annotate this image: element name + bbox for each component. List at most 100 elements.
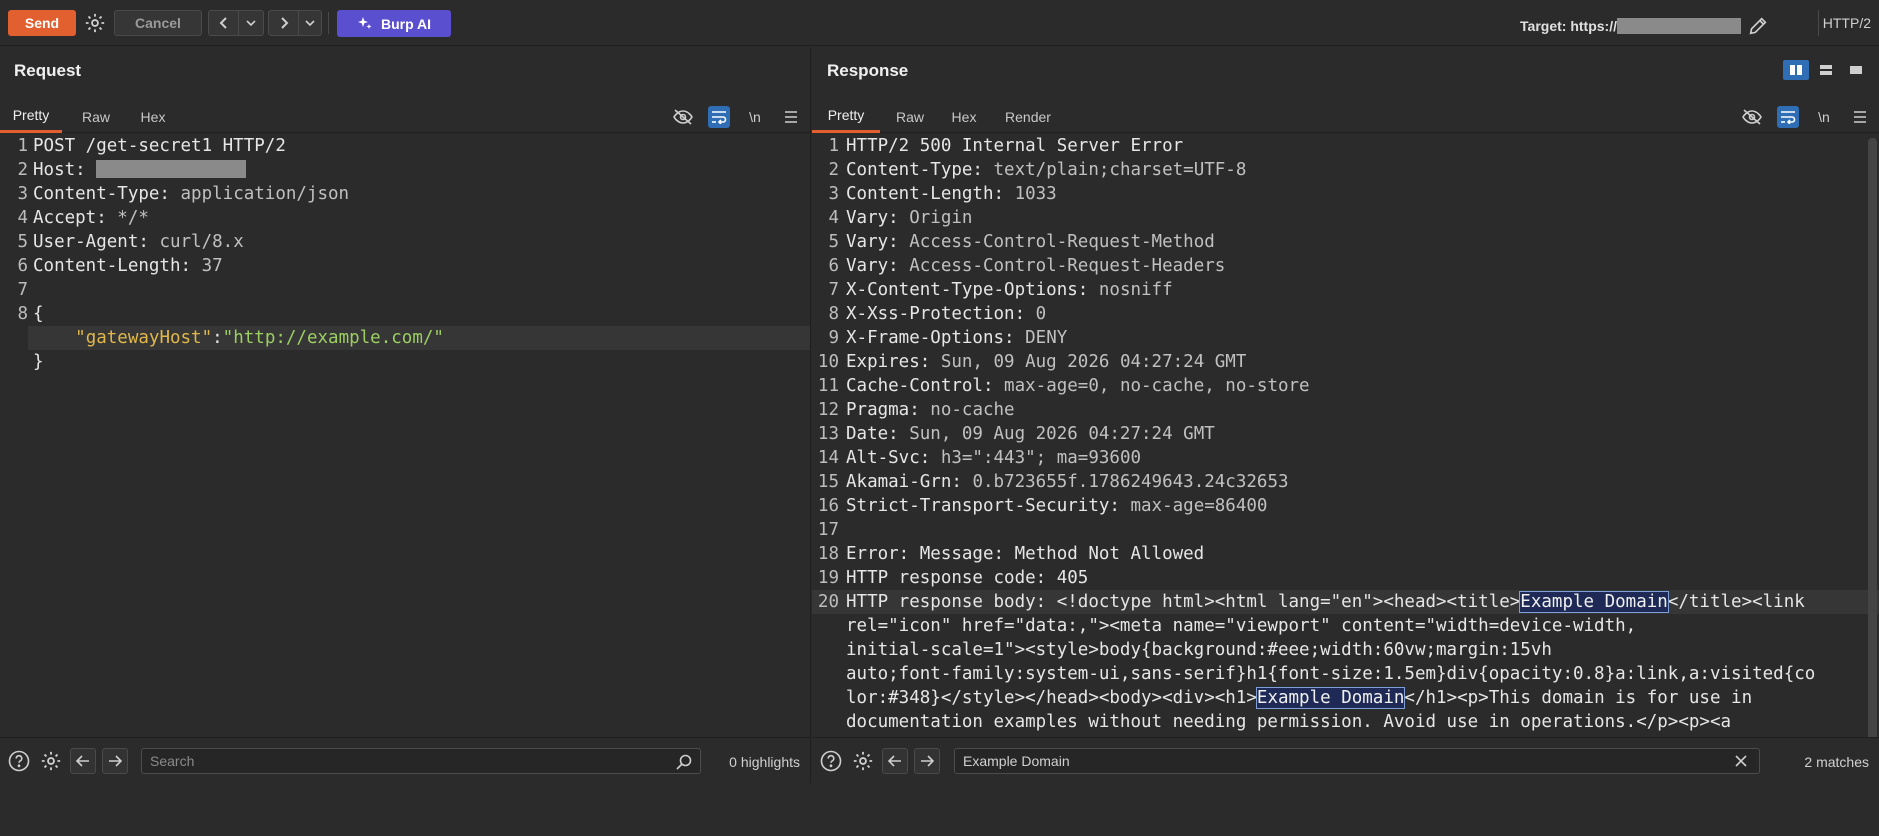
code-line: 5 User-Agent: curl/8.x bbox=[17, 232, 244, 252]
burp-ai-button[interactable]: Burp AI bbox=[337, 10, 451, 37]
word-wrap-icon[interactable] bbox=[708, 106, 730, 128]
code-line-wrap: rel="icon" href="data:,"><meta name="vie… bbox=[846, 616, 1637, 636]
sparkle-icon bbox=[357, 16, 372, 29]
cancel-button[interactable]: Cancel bbox=[114, 10, 202, 36]
tab-request-raw[interactable]: Raw bbox=[70, 100, 122, 133]
code-line: 16 Strict-Transport-Security: max-age=864… bbox=[817, 496, 1268, 516]
code-line: 9 X-Frame-Options: DENY bbox=[828, 328, 1068, 348]
response-search-input[interactable]: Example Domain bbox=[954, 748, 1760, 774]
code-line: 3 Content-Length: 1033 bbox=[828, 184, 1057, 204]
code-line: 2 Content-Type: text/plain;charset=UTF-8 bbox=[828, 160, 1247, 180]
previous-match-arrow-icon[interactable] bbox=[882, 748, 908, 774]
redacted-host-value bbox=[96, 160, 247, 178]
code-line: 8 X-Xss-Protection: 0 bbox=[828, 304, 1047, 324]
tab-response-hex[interactable]: Hex bbox=[940, 100, 988, 133]
response-editor[interactable]: 1 HTTP/2 500 Internal Server Error 2 Conte… bbox=[812, 134, 1879, 737]
previous-match-arrow-icon[interactable] bbox=[70, 748, 96, 774]
code-line: } bbox=[33, 352, 44, 372]
protocol-label[interactable]: HTTP/2 bbox=[1823, 15, 1871, 31]
code-line: 7 bbox=[17, 280, 28, 300]
request-editor[interactable]: 1 POST /get-secret1 HTTP/2 2 Host: 3 Conten… bbox=[0, 134, 810, 737]
code-line: 12 Pragma: no-cache bbox=[817, 400, 1015, 420]
code-line: 10 Expires: Sun, 09 Aug 2026 04:27:24 GMT bbox=[817, 352, 1247, 372]
split-vertical-layout-icon[interactable] bbox=[1813, 60, 1839, 80]
toolbar-divider bbox=[328, 12, 329, 34]
vertical-scrollbar[interactable] bbox=[1868, 138, 1877, 737]
code-line: 17 bbox=[817, 520, 839, 540]
protocol-divider bbox=[1818, 10, 1819, 36]
code-line: 1 HTTP/2 500 Internal Server Error bbox=[828, 136, 1184, 156]
back-arrow-icon[interactable] bbox=[209, 11, 239, 35]
split-horizontal-layout-icon[interactable] bbox=[1783, 60, 1809, 80]
code-line: 8{ bbox=[17, 304, 44, 324]
burp-ai-label: Burp AI bbox=[380, 15, 432, 32]
tab-response-pretty[interactable]: Pretty bbox=[812, 100, 880, 133]
code-line: 5 Vary: Access-Control-Request-Method bbox=[828, 232, 1215, 252]
menu-icon[interactable] bbox=[780, 106, 802, 128]
code-line-wrap: lor:#348}</style></head><body><div><h1>E… bbox=[846, 687, 1753, 709]
highlights-count: 0 highlights bbox=[729, 754, 800, 770]
code-line-wrap: initial-scale=1"><style>body{background:… bbox=[846, 640, 1552, 660]
response-tabs: Pretty Raw Hex Render \n bbox=[812, 100, 1879, 133]
search-settings-gear-icon[interactable] bbox=[38, 748, 64, 774]
matches-count: 2 matches bbox=[1804, 754, 1869, 770]
help-icon[interactable] bbox=[6, 748, 32, 774]
menu-icon[interactable] bbox=[1849, 106, 1871, 128]
request-tabs: Pretty Raw Hex \n bbox=[0, 100, 810, 133]
layout-toggle-group bbox=[1783, 60, 1869, 80]
request-search-bar: Search 0 highlights bbox=[0, 737, 810, 783]
back-nav-group bbox=[208, 10, 264, 36]
response-panel: Response Pretty Raw Hex Render \n 1 HTTP… bbox=[812, 47, 1879, 783]
send-button[interactable]: Send bbox=[8, 10, 76, 36]
request-search-input[interactable]: Search bbox=[141, 748, 701, 774]
tab-response-render[interactable]: Render bbox=[994, 100, 1062, 133]
magnifier-icon bbox=[676, 754, 692, 775]
code-line: 1 POST /get-secret1 HTTP/2 bbox=[17, 136, 286, 156]
target-label: Target: https:// bbox=[1520, 18, 1617, 34]
code-line: 7 X-Content-Type-Options: nosniff bbox=[828, 280, 1173, 300]
forward-arrow-icon[interactable] bbox=[269, 11, 299, 35]
request-panel: Request Pretty Raw Hex \n 1 POST /get-sec… bbox=[0, 47, 811, 783]
search-match: Example Domain bbox=[1255, 687, 1406, 709]
code-line-wrap: auto;font-family:system-ui,sans-serif}h1… bbox=[846, 664, 1816, 684]
help-icon[interactable] bbox=[818, 748, 844, 774]
code-line: 15 Akamai-Grn: 0.b723655f.1786249643.24c3… bbox=[817, 472, 1289, 492]
code-line: 11 Cache-Control: max-age=0, no-cache, no… bbox=[817, 376, 1310, 396]
back-history-chevron-icon[interactable] bbox=[239, 11, 263, 35]
hide-nonprintable-icon[interactable] bbox=[1741, 106, 1763, 128]
code-line: 6 Vary: Access-Control-Request-Headers bbox=[828, 256, 1226, 276]
clear-search-icon[interactable] bbox=[1734, 754, 1748, 773]
code-line-wrap: documentation examples without needing p… bbox=[846, 712, 1732, 732]
response-title: Response bbox=[827, 61, 909, 80]
settings-gear-icon[interactable] bbox=[82, 10, 108, 36]
code-line: 4 Vary: Origin bbox=[828, 208, 973, 228]
code-line: 4 Accept: */* bbox=[17, 208, 149, 228]
redacted-host bbox=[1617, 18, 1741, 34]
code-line-current: "gatewayHost":"http://example.com/" bbox=[28, 326, 810, 350]
code-line-current: 20 HTTP response body: <!doctype html><ht… bbox=[812, 590, 1879, 614]
code-line: 19 HTTP response code: 405 bbox=[817, 568, 1089, 588]
code-line: 2 Host: bbox=[0, 158, 810, 182]
tab-request-hex[interactable]: Hex bbox=[128, 100, 178, 133]
toolbar: Send Cancel Burp AI Target: https:// HTT… bbox=[0, 0, 1879, 46]
response-search-bar: Example Domain 2 matches bbox=[812, 737, 1879, 783]
tab-response-raw[interactable]: Raw bbox=[884, 100, 936, 133]
code-line: 3 Content-Type: application/json bbox=[17, 184, 350, 204]
word-wrap-icon[interactable] bbox=[1777, 106, 1799, 128]
target-url[interactable]: Target: https:// bbox=[1520, 15, 1769, 37]
tab-request-pretty[interactable]: Pretty bbox=[0, 100, 62, 133]
hide-nonprintable-icon[interactable] bbox=[672, 106, 694, 128]
newline-toggle[interactable]: \n bbox=[1813, 106, 1835, 128]
code-line: 6 Content-Length: 37 bbox=[17, 256, 223, 276]
next-match-arrow-icon[interactable] bbox=[914, 748, 940, 774]
request-title: Request bbox=[14, 61, 82, 80]
forward-history-chevron-icon[interactable] bbox=[299, 11, 321, 35]
search-settings-gear-icon[interactable] bbox=[850, 748, 876, 774]
search-match: Example Domain bbox=[1519, 591, 1669, 613]
edit-pencil-icon[interactable] bbox=[1747, 15, 1769, 37]
newline-toggle[interactable]: \n bbox=[744, 106, 766, 128]
code-line: 13 Date: Sun, 09 Aug 2026 04:27:24 GMT bbox=[817, 424, 1215, 444]
next-match-arrow-icon[interactable] bbox=[102, 748, 128, 774]
single-tab-layout-icon[interactable] bbox=[1843, 60, 1869, 80]
forward-nav-group bbox=[268, 10, 322, 36]
